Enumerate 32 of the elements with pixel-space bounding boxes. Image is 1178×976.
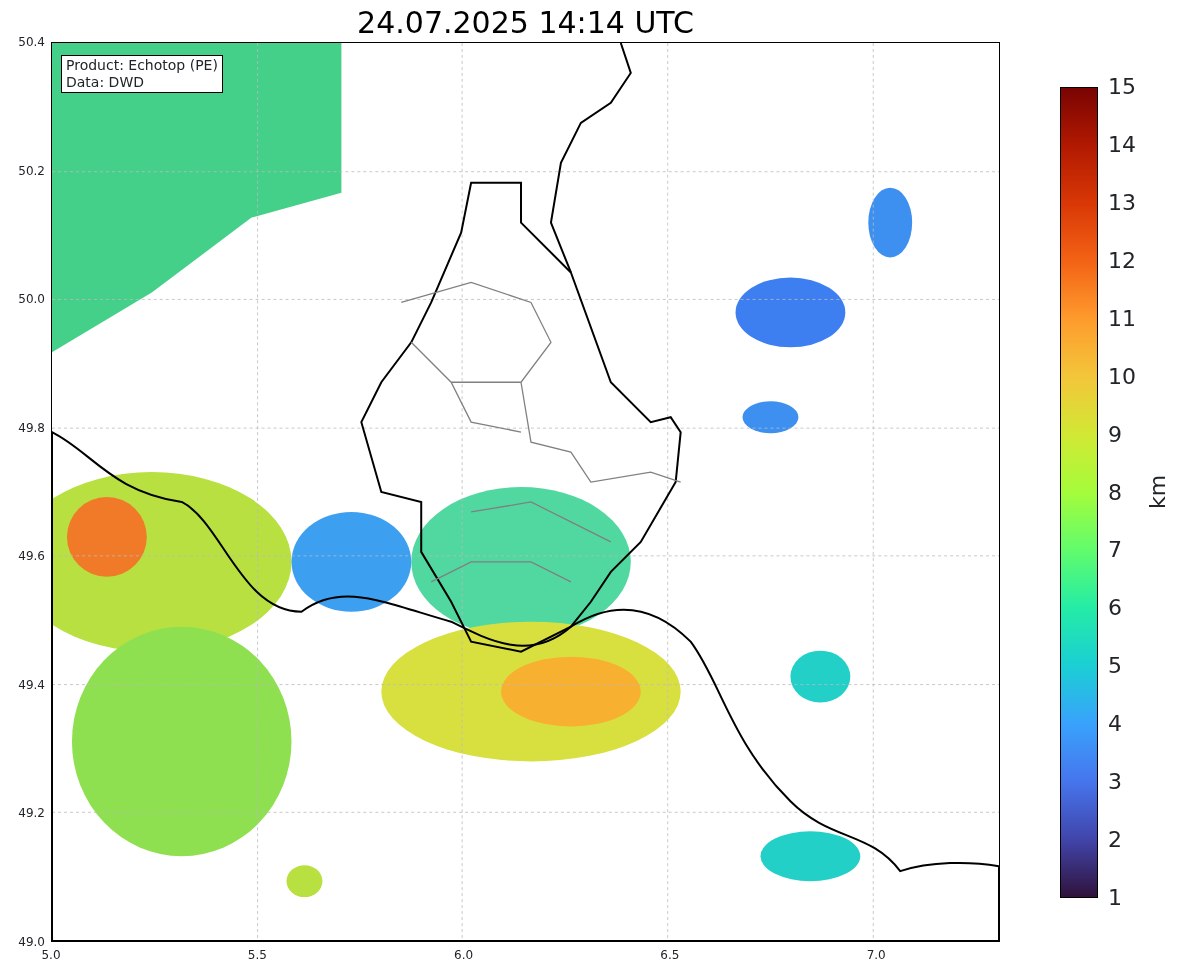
x-tick-label: 6.0 [454, 947, 474, 964]
y-tick-label: 49.8 [18, 419, 45, 437]
colorbar-tick-label: 5 [1108, 654, 1122, 679]
legend-text: Data: DWD [66, 74, 145, 91]
colorbar-tick-label: 11 [1108, 306, 1136, 331]
colorbar-tick-label: 7 [1108, 538, 1122, 563]
x-tick-label: 5.5 [247, 947, 267, 964]
colorbar-tick-label: 12 [1108, 248, 1136, 273]
y-tick-label: 50.4 [18, 34, 45, 51]
legend-text: Product: Echotop (PE) [66, 57, 218, 74]
y-tick-label: 50.0 [18, 291, 45, 309]
y-tick-label: 49.4 [18, 676, 45, 694]
colorbar-tick-label: 9 [1108, 422, 1122, 447]
y-tick-label: 50.2 [18, 162, 45, 180]
colorbar-tick-label: 14 [1108, 132, 1136, 157]
colorbar-tick-label: 3 [1108, 770, 1122, 795]
y-tick-label: 49.0 [18, 934, 45, 950]
x-tick-label: 7.0 [866, 947, 886, 964]
colorbar-tick-label: 1 [1108, 886, 1122, 910]
x-tick-label: 5.0 [41, 947, 61, 964]
colorbar-tick-label: 8 [1108, 480, 1122, 505]
colorbar-tick-label: 15 [1108, 75, 1136, 99]
colorbar-tick-label: 6 [1108, 596, 1122, 621]
chart-title: 24.07.2025 14:14 UTC [356, 4, 695, 42]
colorbar-tick-label: 2 [1108, 828, 1122, 853]
y-tick-label: 49.2 [18, 805, 45, 823]
colorbar-label: km [1143, 474, 1171, 510]
colorbar-tick-label: 4 [1108, 712, 1122, 737]
colorbar-tick-label: 10 [1108, 364, 1136, 389]
x-tick-label: 6.5 [660, 947, 680, 964]
colorbar-tick-label: 13 [1108, 190, 1136, 215]
y-tick-label: 49.6 [18, 548, 45, 566]
